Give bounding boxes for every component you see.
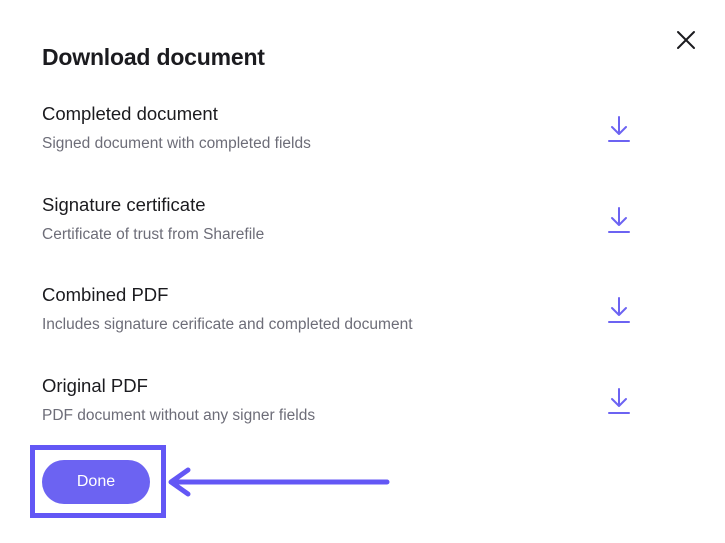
option-description: Certificate of trust from Sharefile [42, 225, 265, 243]
option-title: Signature certificate [42, 193, 206, 215]
option-title: Completed document [42, 103, 218, 124]
option-title: Original PDF [42, 374, 148, 396]
download-option-signature-certificate: Signature certificate Certificate of tru… [42, 191, 652, 282]
download-combined-pdf-button[interactable] [604, 293, 634, 327]
download-completed-document-button[interactable] [604, 112, 634, 146]
download-option-combined-pdf: Combined PDF Includes signature cerifica… [42, 281, 652, 372]
download-signature-certificate-button[interactable] [604, 203, 634, 237]
arrow-left-icon [168, 467, 390, 497]
download-icon [608, 387, 630, 414]
option-description: PDF document without any signer fields [42, 406, 316, 424]
done-button[interactable]: Done [42, 460, 150, 504]
download-option-completed-document: Completed document Signed document with … [42, 100, 652, 191]
download-dialog: Download document Completed document Sig… [0, 0, 725, 543]
close-icon [677, 31, 695, 49]
dialog-title: Download document [42, 44, 265, 70]
download-original-pdf-button[interactable] [604, 384, 634, 418]
download-icon [608, 297, 630, 323]
download-icon [608, 116, 630, 142]
download-options-list: Completed document Signed document with … [42, 100, 652, 462]
download-icon [608, 206, 630, 233]
close-button[interactable] [672, 26, 700, 54]
option-description: Signed document with completed fields [42, 135, 311, 152]
option-description: Includes signature cerificate and comple… [42, 316, 413, 333]
option-title: Combined PDF [42, 284, 169, 305]
